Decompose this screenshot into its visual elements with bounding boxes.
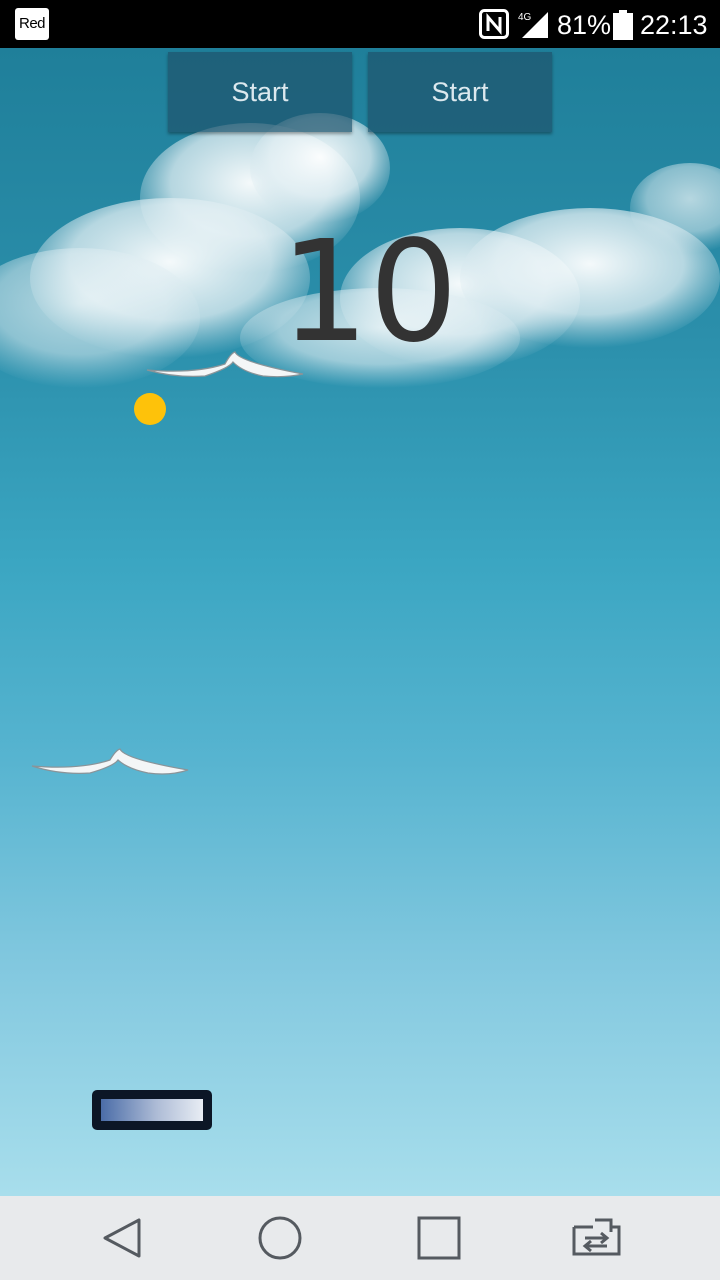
- clock: 22:13: [640, 10, 708, 40]
- start-button-left[interactable]: Start: [168, 52, 352, 132]
- start-button-right[interactable]: Start: [368, 52, 552, 132]
- bird-icon: [31, 748, 189, 775]
- signal-icon: 4G: [518, 12, 548, 38]
- home-icon[interactable]: [254, 1212, 306, 1264]
- recent-apps-icon[interactable]: [413, 1212, 465, 1264]
- paddle[interactable]: [92, 1090, 212, 1130]
- game-area[interactable]: Start Start 10: [0, 48, 720, 1196]
- status-bar: Red 4G 81% 22:13: [0, 0, 720, 48]
- switch-app-icon[interactable]: [571, 1212, 623, 1264]
- paddle-face: [101, 1099, 203, 1121]
- ball: [134, 393, 166, 425]
- carrier-badge: Red: [15, 8, 49, 40]
- score-display: 10: [280, 211, 459, 374]
- navigation-bar: [0, 1196, 720, 1280]
- back-icon[interactable]: [98, 1212, 150, 1264]
- battery-percent: 81%: [557, 10, 612, 40]
- bird-icon: [146, 351, 304, 378]
- battery-icon: [613, 10, 633, 40]
- nfc-icon: [479, 9, 509, 39]
- network-type-label: 4G: [518, 12, 532, 23]
